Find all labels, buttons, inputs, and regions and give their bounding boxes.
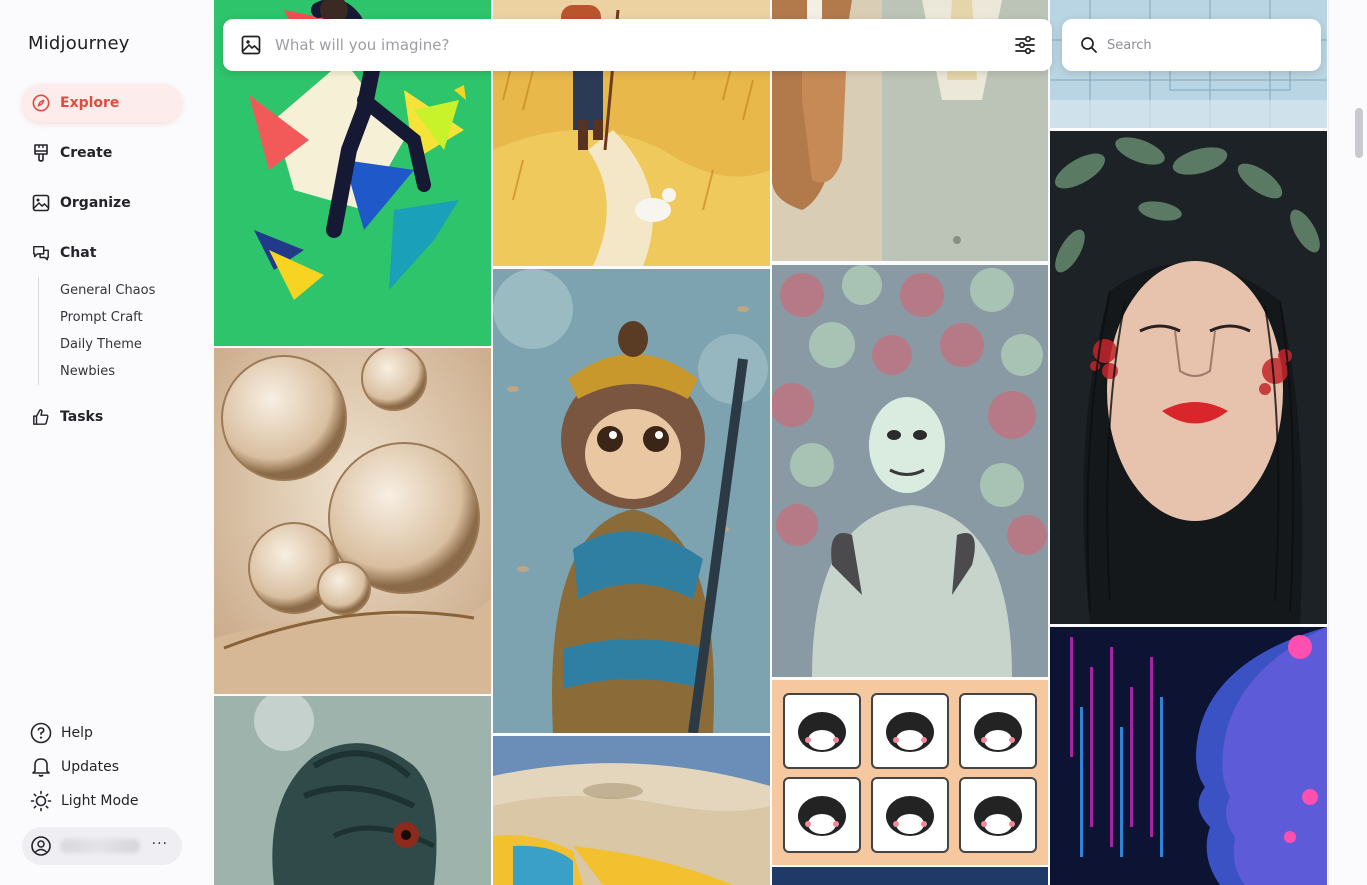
gallery-image-creature[interactable] — [214, 696, 491, 885]
updates-link[interactable]: Updates — [30, 753, 119, 781]
updates-label: Updates — [61, 759, 119, 775]
help-icon — [30, 722, 52, 744]
thumbs-up-icon — [32, 408, 50, 426]
imagine-bar[interactable] — [223, 19, 1052, 71]
image-upload-icon[interactable] — [241, 35, 261, 55]
compass-icon — [32, 94, 50, 112]
brush-icon — [32, 144, 50, 162]
nav-explore[interactable]: Explore — [22, 84, 182, 122]
nav-create[interactable]: Create — [22, 134, 182, 172]
user-account[interactable]: ··· — [22, 827, 182, 865]
sidebar: Midjourney Explore Create Organize Chat … — [0, 0, 214, 885]
search-bar[interactable] — [1062, 19, 1321, 71]
username-redacted — [60, 839, 140, 853]
gallery-image-bubbles[interactable] — [214, 348, 491, 694]
search-icon — [1080, 36, 1098, 54]
chat-room-prompt-craft[interactable]: Prompt Craft — [60, 304, 155, 331]
help-link[interactable]: Help — [30, 719, 93, 747]
search-input[interactable] — [1107, 37, 1307, 53]
explore-gallery — [214, 0, 1328, 885]
gallery-image-woman-leaves[interactable] — [1050, 131, 1327, 624]
gallery-image-night-scene[interactable] — [772, 867, 1048, 885]
bell-icon — [30, 756, 52, 778]
help-label: Help — [61, 725, 93, 741]
chat-room-daily-theme[interactable]: Daily Theme — [60, 331, 155, 358]
chat-room-newbies[interactable]: Newbies — [60, 358, 155, 385]
light-mode-toggle[interactable]: Light Mode — [30, 787, 139, 815]
sun-icon — [30, 790, 52, 812]
gallery-image-sunglasses-sand[interactable] — [493, 736, 770, 885]
chat-bubbles-icon — [32, 244, 50, 262]
nav-organize-label: Organize — [60, 195, 131, 211]
brand-logo[interactable]: Midjourney — [28, 33, 130, 54]
sliders-settings-icon[interactable] — [1014, 34, 1036, 60]
gallery-image-cat-stickers[interactable] — [772, 680, 1048, 865]
page-scrollbar-thumb[interactable] — [1355, 108, 1363, 158]
more-options-button[interactable]: ··· — [152, 836, 168, 852]
nav-chat-label: Chat — [60, 245, 97, 261]
nav-tasks-label: Tasks — [60, 409, 104, 425]
gallery-image-neon-face[interactable] — [1050, 627, 1327, 885]
chat-room-general-chaos[interactable]: General Chaos — [60, 277, 155, 304]
user-avatar-icon — [30, 835, 52, 857]
nav-tasks[interactable]: Tasks — [22, 398, 182, 436]
gallery-image-monkey-warrior[interactable] — [493, 269, 770, 733]
nav-chat[interactable]: Chat — [22, 234, 182, 272]
chat-room-list: General Chaos Prompt Craft Daily Theme N… — [38, 277, 155, 385]
image-icon — [32, 194, 50, 212]
nav-organize[interactable]: Organize — [22, 184, 182, 222]
nav-explore-label: Explore — [60, 95, 120, 111]
nav-create-label: Create — [60, 145, 113, 161]
imagine-input[interactable] — [275, 36, 975, 54]
gallery-image-masked-figure[interactable] — [772, 265, 1048, 677]
light-mode-label: Light Mode — [61, 793, 139, 809]
